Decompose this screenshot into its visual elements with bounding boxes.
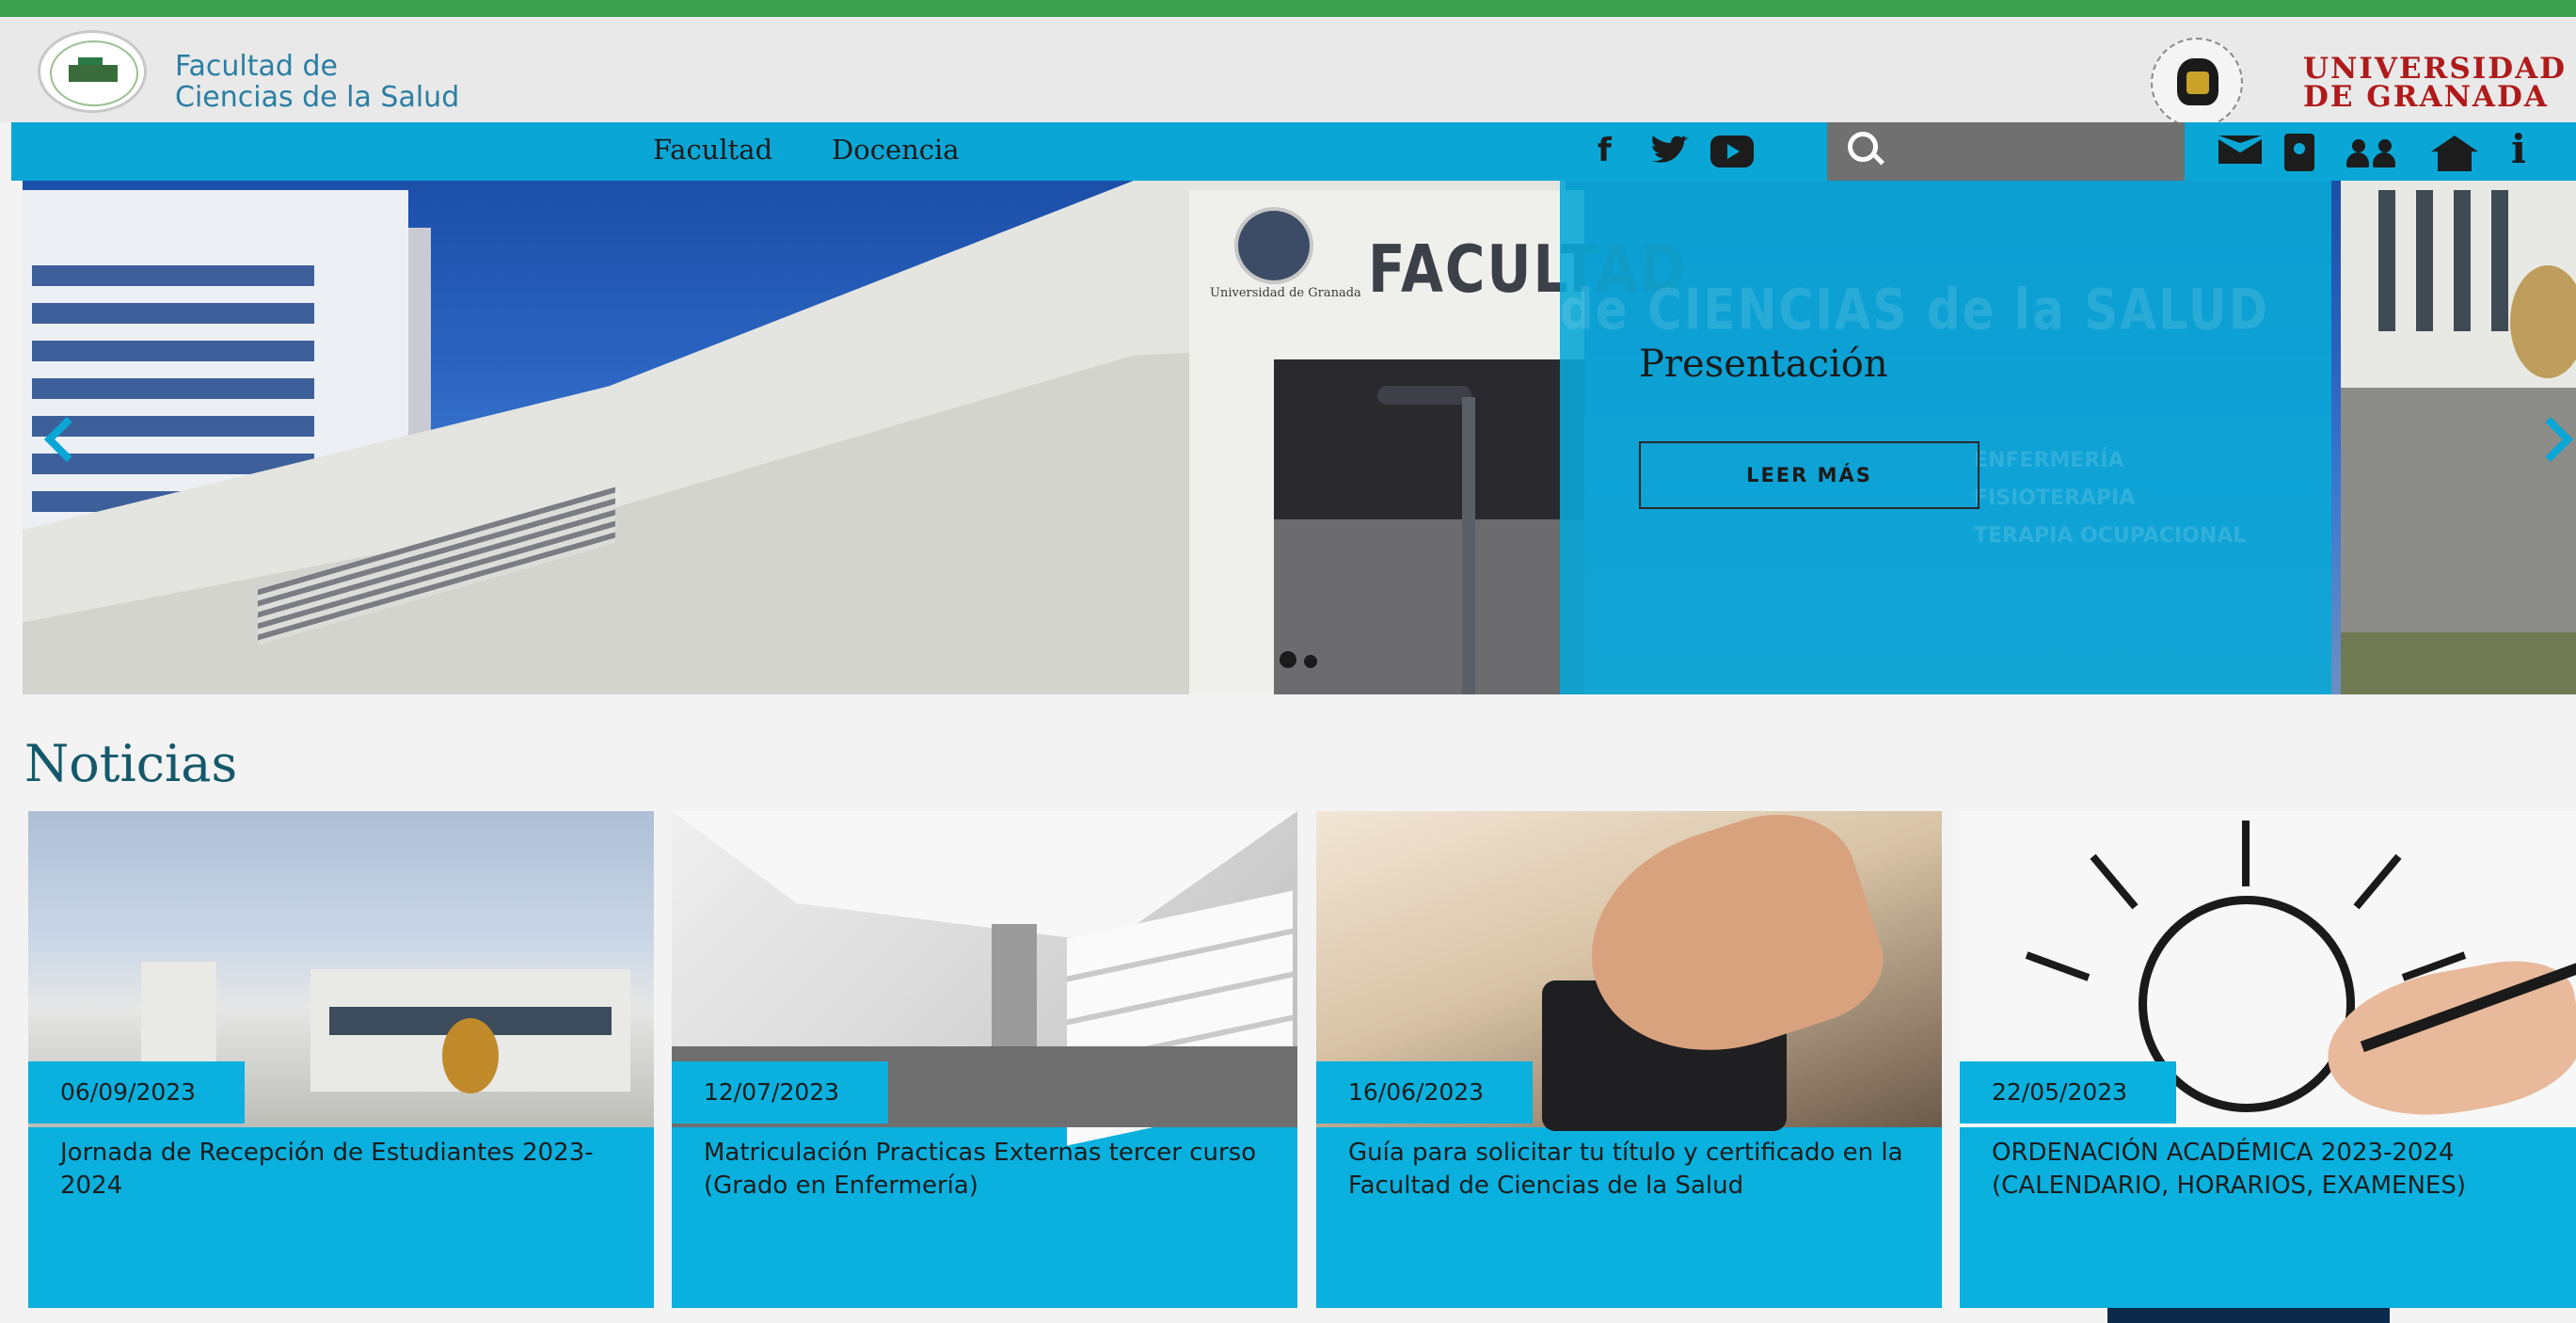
search-box (1827, 122, 2185, 181)
quick-links: i (2194, 122, 2576, 181)
university-name[interactable]: UNIVERSIDAD DE GRANADA (2303, 52, 2568, 114)
footer-strip (2107, 1308, 2390, 1323)
news-title-link[interactable]: Matriculación Practicas Externas tercer … (704, 1137, 1278, 1203)
nav-item-docencia[interactable]: Docencia (832, 134, 960, 166)
home-icon[interactable] (2431, 135, 2478, 171)
news-card[interactable]: 22/05/2023 ORDENACIÓN ACADÉMICA 2023-202… (1960, 811, 2576, 1308)
slide-caption-panel: de CIENCIAS de la SALUD ENFERMERÍA FISIO… (1560, 181, 2331, 694)
university-name-line1: UNIVERSIDAD (2303, 52, 2568, 86)
building-university-label: Universidad de Granada (1210, 286, 1361, 300)
overlay-building-sign: de CIENCIAS de la SALUD (1560, 277, 2270, 343)
directory-icon[interactable] (2284, 134, 2314, 171)
main-navbar: Facultad Docencia f i (11, 122, 2576, 181)
news-title-link[interactable]: ORDENACIÓN ACADÉMICA 2023-2024 (CALENDAR… (1992, 1137, 2566, 1203)
faculty-name[interactable]: Facultad de Ciencias de la Salud (175, 51, 459, 113)
site-header: Facultad de Ciencias de la Salud UNIVERS… (0, 17, 2576, 128)
university-crest-icon[interactable] (2151, 38, 2243, 128)
street-lamp-pole (1462, 397, 1475, 694)
overlay-degree-sign: ENFERMERÍA FISIOTERAPIA TERAPIA OCUPACIO… (1974, 449, 2247, 548)
news-card[interactable]: 16/06/2023 Guía para solicitar tu título… (1316, 811, 1942, 1308)
news-date: 16/06/2023 (1316, 1061, 1533, 1124)
faculty-logo[interactable] (38, 30, 147, 113)
nav-item-facultad[interactable]: Facultad (653, 134, 772, 166)
university-emblem-icon (1234, 207, 1313, 284)
read-more-button[interactable]: LEER MÁS (1639, 441, 1980, 509)
news-date: 12/07/2023 (672, 1061, 888, 1124)
street-lamp (1377, 386, 1471, 405)
faculty-name-line1: Facultad de (175, 50, 338, 83)
hero-carousel: Universidad de Granada FACULTAD de CIENC… (23, 181, 2576, 694)
news-title-link[interactable]: Jornada de Recepción de Estudiantes 2023… (60, 1137, 634, 1203)
slide-title: Presentación (1639, 343, 1888, 386)
news-date: 22/05/2023 (1960, 1061, 2176, 1124)
news-heading: Noticias (24, 734, 238, 793)
faculty-name-line2: Ciencias de la Salud (175, 81, 460, 114)
search-icon[interactable] (1848, 132, 1878, 162)
carousel-dots (1280, 651, 1325, 672)
search-input[interactable] (1893, 130, 2170, 173)
carousel-dot-1[interactable] (1280, 651, 1296, 668)
news-card[interactable]: 12/07/2023 Matriculación Practicas Exter… (672, 811, 1297, 1308)
twitter-icon[interactable] (1648, 135, 1690, 167)
mail-icon-flap (2218, 135, 2262, 143)
top-accent-line (0, 0, 2576, 17)
news-title-link[interactable]: Guía para solicitar tu título y certific… (1348, 1137, 1922, 1203)
news-date: 06/09/2023 (28, 1061, 245, 1124)
info-icon[interactable]: i (2504, 128, 2533, 171)
youtube-icon[interactable] (1710, 135, 1754, 167)
users-icon[interactable] (2345, 139, 2401, 167)
carousel-dot-2[interactable] (1304, 655, 1317, 668)
university-name-line2: DE GRANADA (2303, 80, 2549, 114)
facebook-icon[interactable]: f (1598, 132, 1612, 169)
news-card[interactable]: 06/09/2023 Jornada de Recepción de Estud… (28, 811, 654, 1308)
